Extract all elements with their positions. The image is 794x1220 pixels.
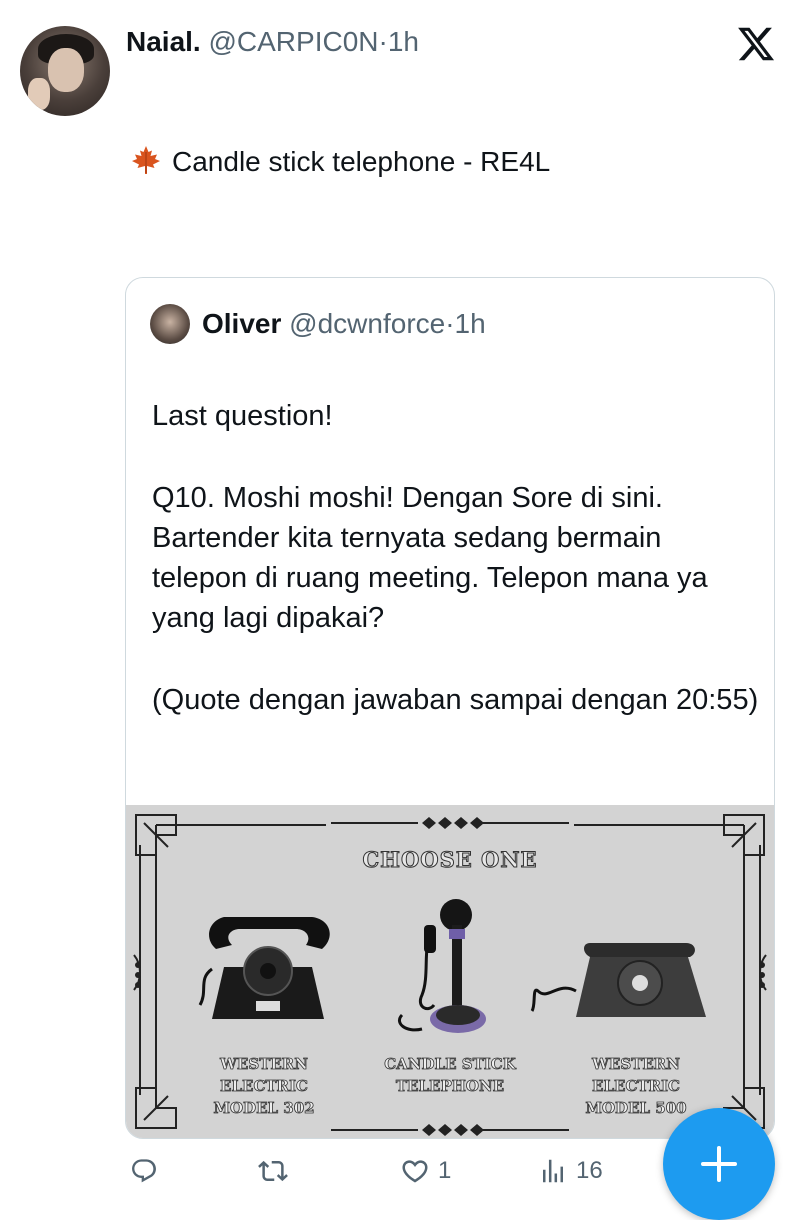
option-label-candlestick: CANDLE STICK TELEPHONE — [360, 1053, 540, 1097]
quoted-paragraph: (Quote dengan jawaban sampai dengan 20:5… — [152, 684, 759, 716]
views-count: 16 — [576, 1157, 603, 1184]
quoted-tweet-header: Oliver @dcwnforce·1h — [202, 306, 486, 342]
candlestick-telephone-image — [398, 899, 486, 1033]
quoted-paragraph: Last question! — [152, 400, 333, 432]
views-chart-icon — [543, 1159, 563, 1183]
retweet-icon — [258, 1160, 288, 1182]
quoted-author-handle[interactable]: @dcwnforce — [289, 308, 445, 339]
reply-icon — [132, 1159, 156, 1183]
choose-heading: CHOOSE ONE — [362, 847, 538, 873]
heart-icon — [402, 1160, 428, 1183]
tweet-text: Candle stick telephone - RE4L — [172, 146, 551, 177]
dot-separator: · — [378, 26, 388, 57]
quoted-author-avatar[interactable] — [150, 304, 190, 344]
quoted-paragraph: Q10. Moshi moshi! Dengan Sore di sini. B… — [152, 482, 708, 634]
views-button[interactable]: 16 — [538, 1148, 603, 1194]
retweet-button[interactable] — [258, 1148, 296, 1194]
option-label-line: MODEL 302 — [213, 1099, 315, 1118]
author-handle[interactable]: @CARPIC0N — [208, 26, 378, 57]
option-label-model-500: WESTERN ELECTRIC MODEL 500 — [546, 1053, 726, 1119]
tweet-header: Naial. @CARPIC0N·1h — [126, 24, 419, 60]
option-label-line: WESTERN ELECTRIC — [592, 1055, 681, 1096]
author-avatar[interactable] — [20, 26, 110, 116]
option-label-line: CANDLE STICK — [384, 1055, 516, 1074]
maple-leaf-icon — [132, 146, 160, 174]
telephone-model-500-image — [530, 943, 706, 1017]
x-logo-icon — [738, 27, 775, 61]
quoted-author-display-name[interactable]: Oliver — [202, 308, 281, 339]
telephone-model-302-image — [198, 917, 330, 1019]
option-label-model-302: WESTERN ELECTRIC MODEL 302 — [174, 1053, 354, 1119]
plus-icon — [701, 1146, 737, 1182]
quoted-tweet[interactable]: Oliver @dcwnforce·1h Last question! Q10.… — [125, 277, 775, 1139]
compose-button[interactable] — [663, 1108, 775, 1220]
tweet-text-row: Candle stick telephone - RE4L — [130, 144, 550, 180]
quoted-media-image[interactable]: CHOOSE ONE WESTERN ELECTRIC MODEL 302 CA… — [126, 805, 774, 1138]
tweet-time[interactable]: 1h — [388, 26, 419, 57]
author-display-name[interactable]: Naial. — [126, 26, 201, 57]
quoted-tweet-text: Last question! Q10. Moshi moshi! Dengan … — [152, 396, 762, 762]
quoted-tweet-time[interactable]: 1h — [455, 308, 486, 339]
dot-separator: · — [445, 308, 455, 339]
like-count: 1 — [438, 1157, 452, 1184]
reply-button[interactable] — [130, 1148, 166, 1194]
option-label-line: WESTERN ELECTRIC — [220, 1055, 309, 1096]
like-button[interactable]: 1 — [400, 1148, 451, 1194]
option-label-line: TELEPHONE — [395, 1077, 505, 1096]
